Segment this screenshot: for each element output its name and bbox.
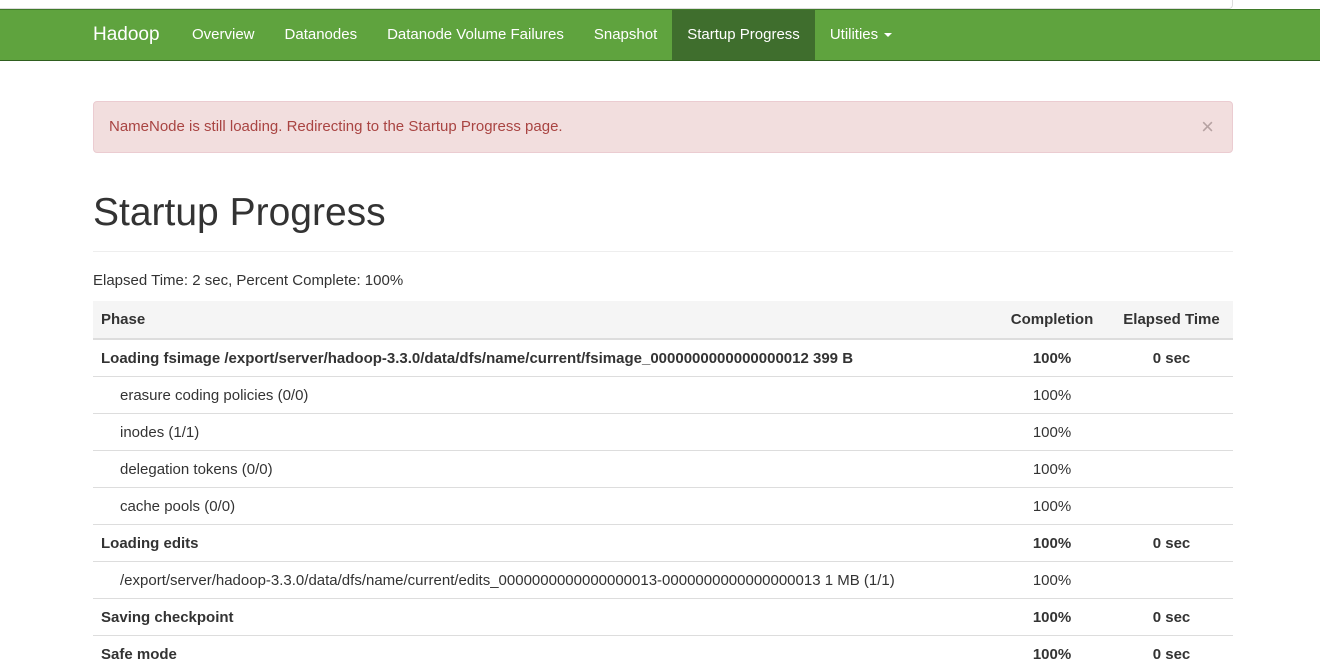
step-row: erasure coding policies (0/0)100% bbox=[93, 377, 1233, 414]
nav-utilities-label: Utilities bbox=[830, 26, 878, 43]
table-header-row: Phase Completion Elapsed Time bbox=[93, 301, 1233, 339]
title-divider bbox=[93, 251, 1233, 252]
phase-name-cell: Loading fsimage /export/server/hadoop-3.… bbox=[93, 339, 994, 377]
nav-datanode-volume-failures[interactable]: Datanode Volume Failures bbox=[372, 10, 579, 60]
navbar: Hadoop Overview Datanodes Datanode Volum… bbox=[0, 9, 1320, 61]
completion-cell: 100% bbox=[994, 599, 1110, 636]
nav-utilities[interactable]: Utilities bbox=[815, 10, 907, 60]
phase-name-cell: Saving checkpoint bbox=[93, 599, 994, 636]
phase-name-cell: delegation tokens (0/0) bbox=[93, 451, 994, 488]
completion-cell: 100% bbox=[994, 451, 1110, 488]
header-elapsed-time: Elapsed Time bbox=[1110, 301, 1233, 339]
elapsed-time-cell: 0 sec bbox=[1110, 525, 1233, 562]
loading-alert: NameNode is still loading. Redirecting t… bbox=[93, 101, 1233, 153]
startup-progress-table: Phase Completion Elapsed Time Loading fs… bbox=[93, 301, 1233, 672]
phase-name-cell: /export/server/hadoop-3.3.0/data/dfs/nam… bbox=[93, 562, 994, 599]
phase-row: Safe mode100%0 sec bbox=[93, 636, 1233, 672]
elapsed-time-cell: 0 sec bbox=[1110, 636, 1233, 672]
completion-cell: 100% bbox=[994, 377, 1110, 414]
elapsed-time-cell: 0 sec bbox=[1110, 339, 1233, 377]
step-row: cache pools (0/0)100% bbox=[93, 488, 1233, 525]
step-row: inodes (1/1)100% bbox=[93, 414, 1233, 451]
completion-cell: 100% bbox=[994, 562, 1110, 599]
phase-name-cell: erasure coding policies (0/0) bbox=[93, 377, 994, 414]
brand-link[interactable]: Hadoop bbox=[93, 10, 160, 60]
step-row: delegation tokens (0/0)100% bbox=[93, 451, 1233, 488]
phase-name-cell: cache pools (0/0) bbox=[93, 488, 994, 525]
phase-row: Saving checkpoint100%0 sec bbox=[93, 599, 1233, 636]
step-row: /export/server/hadoop-3.3.0/data/dfs/nam… bbox=[93, 562, 1233, 599]
nav-overview[interactable]: Overview bbox=[177, 10, 270, 60]
elapsed-time-cell bbox=[1110, 488, 1233, 525]
elapsed-time-cell bbox=[1110, 377, 1233, 414]
header-completion: Completion bbox=[994, 301, 1110, 339]
phase-name-cell: Safe mode bbox=[93, 636, 994, 672]
phase-name-cell: Loading edits bbox=[93, 525, 994, 562]
completion-cell: 100% bbox=[994, 339, 1110, 377]
header-phase: Phase bbox=[93, 301, 994, 339]
caret-down-icon bbox=[884, 33, 892, 37]
nav-datanodes[interactable]: Datanodes bbox=[270, 10, 373, 60]
close-icon[interactable]: × bbox=[1201, 116, 1214, 138]
completion-cell: 100% bbox=[994, 636, 1110, 672]
nav-links: Overview Datanodes Datanode Volume Failu… bbox=[177, 10, 907, 60]
phase-row: Loading edits100%0 sec bbox=[93, 525, 1233, 562]
elapsed-time-cell bbox=[1110, 414, 1233, 451]
phase-row: Loading fsimage /export/server/hadoop-3.… bbox=[93, 339, 1233, 377]
top-strip bbox=[0, 0, 1320, 9]
nav-startup-progress[interactable]: Startup Progress bbox=[672, 10, 815, 60]
phase-name-cell: inodes (1/1) bbox=[93, 414, 994, 451]
progress-summary: Elapsed Time: 2 sec, Percent Complete: 1… bbox=[93, 272, 403, 289]
nav-snapshot[interactable]: Snapshot bbox=[579, 10, 672, 60]
elapsed-time-cell bbox=[1110, 562, 1233, 599]
elapsed-time-cell bbox=[1110, 451, 1233, 488]
elapsed-time-cell: 0 sec bbox=[1110, 599, 1233, 636]
alert-message: NameNode is still loading. Redirecting t… bbox=[109, 102, 563, 152]
completion-cell: 100% bbox=[994, 414, 1110, 451]
completion-cell: 100% bbox=[994, 488, 1110, 525]
page-title: Startup Progress bbox=[93, 190, 386, 236]
completion-cell: 100% bbox=[994, 525, 1110, 562]
